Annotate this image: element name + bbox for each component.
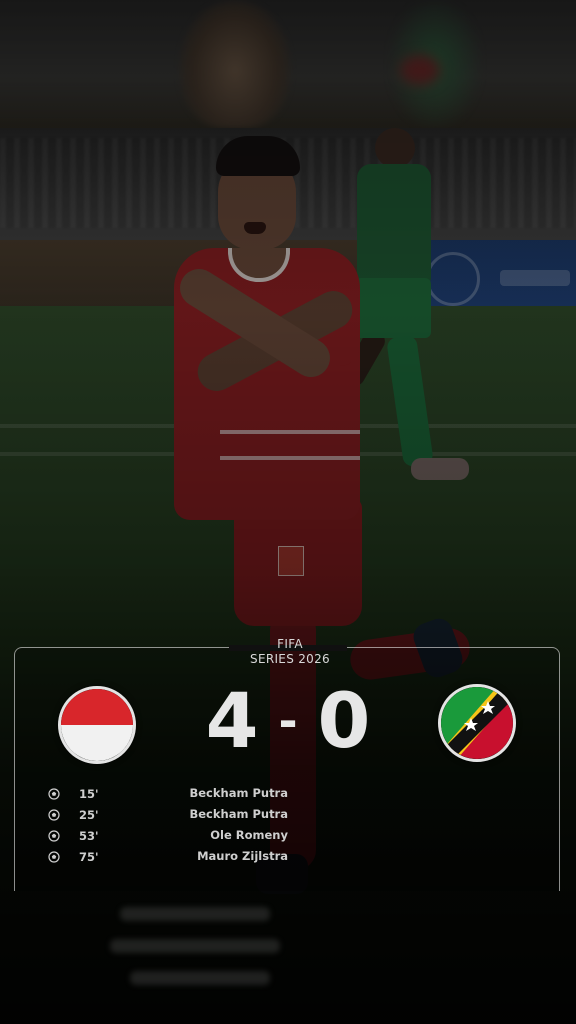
event-title-line1: FIFA	[277, 637, 303, 651]
goal-row: 53' Ole Romeny	[48, 828, 288, 849]
indonesia-flag-icon	[58, 686, 136, 764]
score-separator: -	[278, 694, 298, 748]
goal-scorer: Mauro Zijlstra	[197, 849, 288, 863]
final-score: 4 - 0	[196, 676, 380, 766]
goal-minute: 15'	[79, 787, 99, 801]
football-icon	[48, 809, 60, 821]
goal-row: 15' Beckham Putra	[48, 786, 288, 807]
football-icon	[48, 830, 60, 842]
away-score: 0	[317, 676, 371, 765]
goal-scorer: Beckham Putra	[189, 786, 288, 800]
goal-row: 25' Beckham Putra	[48, 807, 288, 828]
football-icon	[48, 851, 60, 863]
goal-scorer: Ole Romeny	[210, 828, 288, 842]
event-title: FIFA SERIES 2026	[230, 637, 350, 667]
goal-scorers-list: 15' Beckham Putra 25' Beckham Putra 53' …	[48, 786, 288, 870]
goal-row: 75' Mauro Zijlstra	[48, 849, 288, 870]
goal-minute: 25'	[79, 808, 99, 822]
event-title-line2: SERIES 2026	[250, 652, 330, 666]
blurred-background-text	[110, 905, 290, 1005]
goal-minute: 75'	[79, 850, 99, 864]
goal-scorer: Beckham Putra	[189, 807, 288, 821]
football-icon	[48, 788, 60, 800]
home-score: 4	[205, 676, 259, 765]
goal-minute: 53'	[79, 829, 99, 843]
saint-kitts-and-nevis-flag-icon	[438, 684, 516, 762]
